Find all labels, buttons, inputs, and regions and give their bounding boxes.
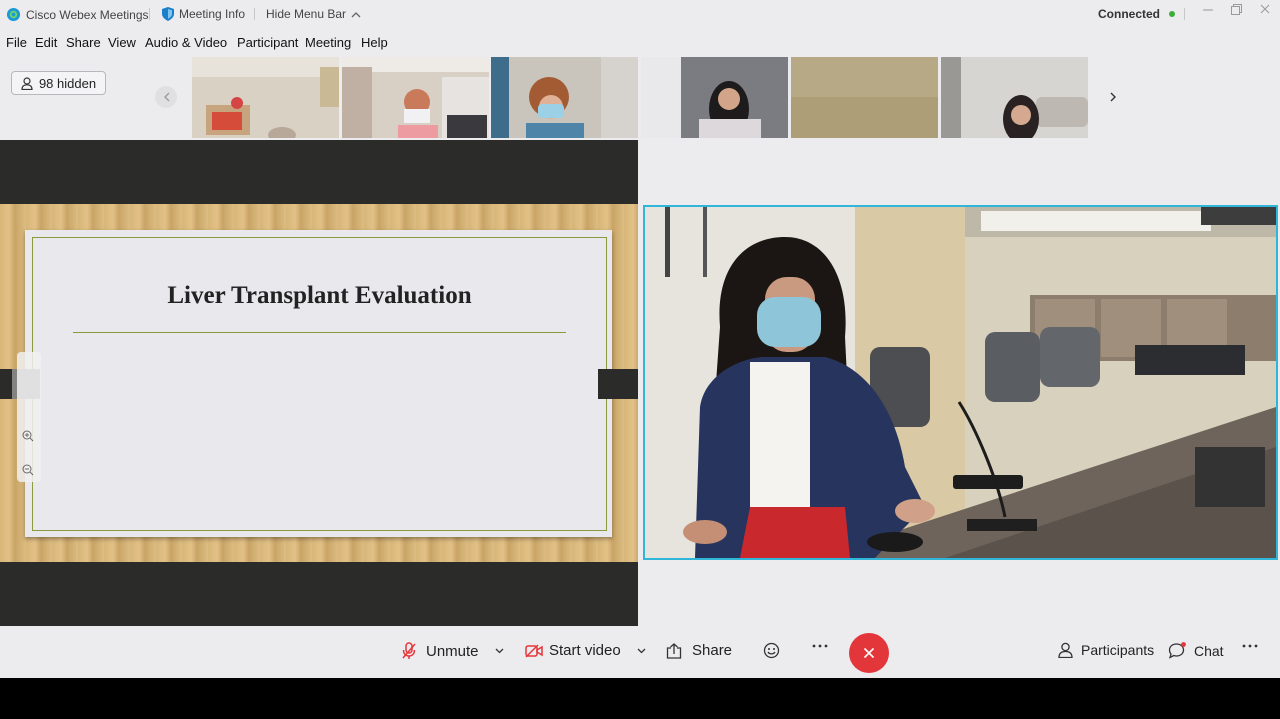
person-icon [1058, 642, 1073, 658]
chat-label: Chat [1194, 642, 1224, 659]
minimize-icon [1203, 4, 1213, 14]
separator [254, 8, 255, 20]
menu-participant[interactable]: Participant [237, 35, 298, 50]
participant-video-thumbnail[interactable] [941, 57, 1088, 138]
hidden-count-label: 98 hidden [38, 75, 97, 91]
pane-resize-handle-right[interactable] [598, 369, 638, 399]
zoom-toolbar [17, 352, 41, 482]
menu-meeting[interactable]: Meeting [305, 35, 351, 50]
participant-video-thumbnail[interactable] [641, 57, 788, 138]
chevron-right-icon [1110, 92, 1117, 102]
separator [149, 8, 150, 20]
chevron-down-icon[interactable] [495, 648, 504, 654]
menu-audio-video[interactable]: Audio & Video [145, 35, 227, 50]
leave-meeting-button[interactable] [849, 633, 889, 673]
participants-label: Participants [1081, 642, 1155, 658]
chevron-down-icon[interactable] [637, 648, 646, 654]
participant-video-thumbnail[interactable] [192, 57, 339, 138]
hidden-participants-button[interactable]: 98 hidden [11, 71, 106, 95]
slide-divider [73, 332, 566, 333]
status-dot-icon [1169, 11, 1176, 17]
webex-window: Cisco Webex Meetings Meeting Info Hide M… [0, 0, 1280, 678]
start-video-button[interactable]: Start video [525, 642, 646, 659]
share-label: Share [692, 642, 733, 659]
meeting-info-button[interactable]: Meeting Info [162, 7, 245, 21]
reactions-button[interactable] [763, 642, 780, 659]
more-dots-icon [1242, 644, 1258, 648]
menu-view[interactable]: View [108, 35, 136, 50]
title-bar: Cisco Webex Meetings Meeting Info Hide M… [0, 0, 1280, 28]
hide-menu-bar-button[interactable]: Hide Menu Bar [266, 7, 361, 21]
minimize-button[interactable] [1203, 4, 1213, 14]
menu-help[interactable]: Help [361, 35, 388, 50]
meeting-info-label: Meeting Info [179, 7, 246, 21]
close-window-button[interactable] [1260, 4, 1270, 14]
more-options-button[interactable] [812, 644, 828, 648]
more-dots-icon [812, 644, 828, 648]
app-title: Cisco Webex Meetings [6, 7, 149, 22]
webex-logo-icon [6, 7, 21, 22]
connection-status-label: Connected [1098, 7, 1161, 21]
shared-content-pane[interactable]: Liver Transplant Evaluation [0, 140, 638, 626]
participants-button[interactable]: Participants [1058, 642, 1154, 658]
share-icon [666, 642, 682, 659]
chat-button[interactable]: Chat [1168, 642, 1224, 659]
close-icon [1260, 4, 1270, 14]
menu-file[interactable]: File [6, 35, 27, 50]
chevron-left-icon [163, 92, 170, 102]
unmute-label: Unmute [426, 642, 479, 660]
restore-icon [1231, 4, 1242, 15]
menu-share[interactable]: Share [66, 35, 101, 50]
close-icon [863, 647, 875, 659]
active-speaker-video[interactable] [643, 205, 1278, 560]
separator [1184, 8, 1185, 20]
smiley-icon [763, 642, 780, 659]
slide-title: Liver Transplant Evaluation [167, 282, 472, 309]
start-video-label: Start video [549, 642, 621, 659]
restore-button[interactable] [1231, 4, 1242, 15]
person-icon [21, 76, 33, 90]
microphone-muted-icon [402, 642, 416, 660]
presentation-slide: Liver Transplant Evaluation [25, 230, 612, 537]
unmute-button[interactable]: Unmute [402, 642, 504, 660]
share-button[interactable]: Share [666, 642, 732, 659]
participant-video-thumbnail[interactable] [791, 57, 938, 138]
chat-icon [1168, 642, 1186, 659]
shield-icon [162, 7, 174, 21]
strip-next-button[interactable] [1102, 86, 1124, 108]
meeting-controls-bar: Unmute Start video Share Participants Ch… [0, 632, 1280, 678]
connection-status: Connected [1098, 7, 1176, 21]
slide-border: Liver Transplant Evaluation [32, 237, 607, 531]
zoom-in-icon[interactable] [22, 430, 34, 442]
hide-menu-bar-label: Hide Menu Bar [266, 7, 347, 21]
strip-prev-button[interactable] [155, 86, 177, 108]
chevron-up-icon [351, 11, 361, 18]
zoom-out-icon[interactable] [22, 464, 34, 476]
participant-video-thumbnail[interactable] [491, 57, 638, 138]
video-off-icon [525, 643, 543, 658]
menu-edit[interactable]: Edit [35, 35, 57, 50]
participant-video-thumbnail[interactable] [342, 57, 489, 138]
more-options-button[interactable] [1242, 644, 1258, 648]
app-name: Cisco Webex Meetings [26, 7, 149, 22]
